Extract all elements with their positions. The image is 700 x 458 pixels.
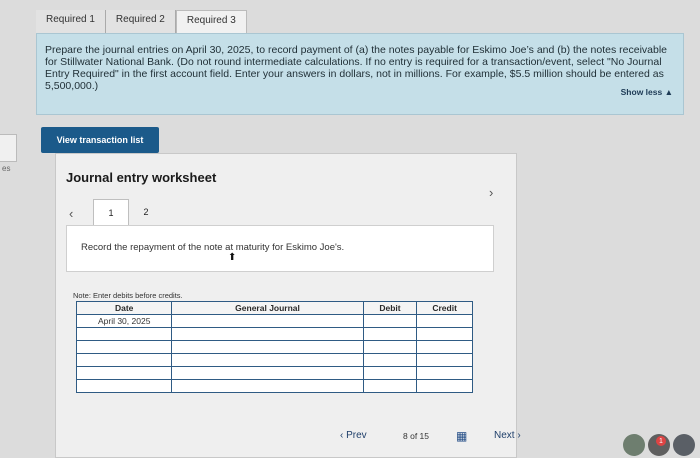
journal-entry-worksheet: Journal entry worksheet ‹ › 1 2 Record t…: [55, 153, 517, 458]
journal-table: Date General Journal Debit Credit April …: [75, 301, 473, 393]
account-cell[interactable]: [171, 379, 364, 393]
date-cell: [75, 366, 173, 380]
side-card: [0, 134, 17, 162]
question-text: Prepare the journal entries on April 30,…: [45, 44, 667, 92]
page-info: 8 of 15: [403, 431, 429, 441]
date-cell: April 30, 2025: [75, 314, 173, 328]
mouse-cursor-icon: ⬆: [228, 252, 237, 263]
required-tabs: Required 1 Required 2 Required 3: [36, 10, 247, 35]
table-row: [75, 353, 473, 367]
credit-cell[interactable]: [416, 327, 473, 341]
credit-cell[interactable]: [416, 366, 473, 380]
debit-header: Debit: [362, 301, 418, 315]
chevron-right-icon: ›: [517, 430, 521, 441]
worksheet-title: Journal entry worksheet: [66, 170, 217, 185]
show-less-link[interactable]: Show less ▲: [621, 87, 673, 97]
account-cell[interactable]: [171, 366, 364, 380]
next-label: Next: [494, 430, 515, 441]
table-row: [75, 366, 473, 380]
debit-cell[interactable]: [362, 353, 418, 367]
instruction-box: Record the repayment of the note at matu…: [66, 225, 494, 272]
entry-page-2[interactable]: 2: [129, 199, 163, 225]
account-cell[interactable]: [171, 314, 364, 328]
entry-note: Note: Enter debits before credits.: [73, 291, 183, 300]
entry-pager: 1 2: [93, 199, 163, 226]
credit-cell[interactable]: [416, 314, 473, 328]
question-navigation: ‹ Prev 8 of 15 ▦ Next ›: [340, 424, 550, 446]
date-cell: [75, 353, 173, 367]
tab-required-1[interactable]: Required 1: [36, 10, 106, 34]
browser-icon[interactable]: [673, 434, 695, 456]
credit-header: Credit: [416, 301, 473, 315]
view-transaction-list-button[interactable]: View transaction list: [41, 127, 159, 153]
prev-label: Prev: [346, 430, 367, 441]
question-panel: Prepare the journal entries on April 30,…: [36, 33, 684, 115]
next-entry-arrow[interactable]: ›: [489, 185, 493, 200]
credit-cell[interactable]: [416, 379, 473, 393]
debit-cell[interactable]: [362, 366, 418, 380]
tab-required-3[interactable]: Required 3: [175, 10, 247, 35]
entry-page-1[interactable]: 1: [93, 199, 129, 226]
dock-icons: 1: [623, 434, 700, 456]
side-label: es: [2, 164, 11, 173]
account-cell[interactable]: [171, 340, 364, 354]
table-row: [75, 340, 473, 354]
table-row: [75, 327, 473, 341]
credit-cell[interactable]: [416, 340, 473, 354]
notification-badge: 1: [656, 436, 666, 446]
previous-entry-arrow[interactable]: ‹: [69, 206, 73, 221]
chevron-left-icon: ‹: [340, 430, 344, 441]
chrome-icon[interactable]: [623, 434, 645, 456]
next-button[interactable]: Next ›: [494, 430, 521, 441]
debit-cell[interactable]: [362, 314, 418, 328]
account-cell[interactable]: [171, 327, 364, 341]
date-cell: [75, 340, 173, 354]
grid-icon[interactable]: ▦: [456, 429, 467, 443]
date-cell: [75, 327, 173, 341]
instruction-text: Record the repayment of the note at matu…: [81, 242, 345, 253]
general-journal-header: General Journal: [171, 301, 364, 315]
credit-cell[interactable]: [416, 353, 473, 367]
table-row: [75, 379, 473, 393]
date-header: Date: [75, 301, 173, 315]
debit-cell[interactable]: [362, 340, 418, 354]
account-cell[interactable]: [171, 353, 364, 367]
prev-button[interactable]: ‹ Prev: [340, 430, 367, 441]
date-cell: [75, 379, 173, 393]
tab-required-2[interactable]: Required 2: [105, 10, 176, 34]
debit-cell[interactable]: [362, 379, 418, 393]
table-row: April 30, 2025: [75, 314, 473, 328]
debit-cell[interactable]: [362, 327, 418, 341]
